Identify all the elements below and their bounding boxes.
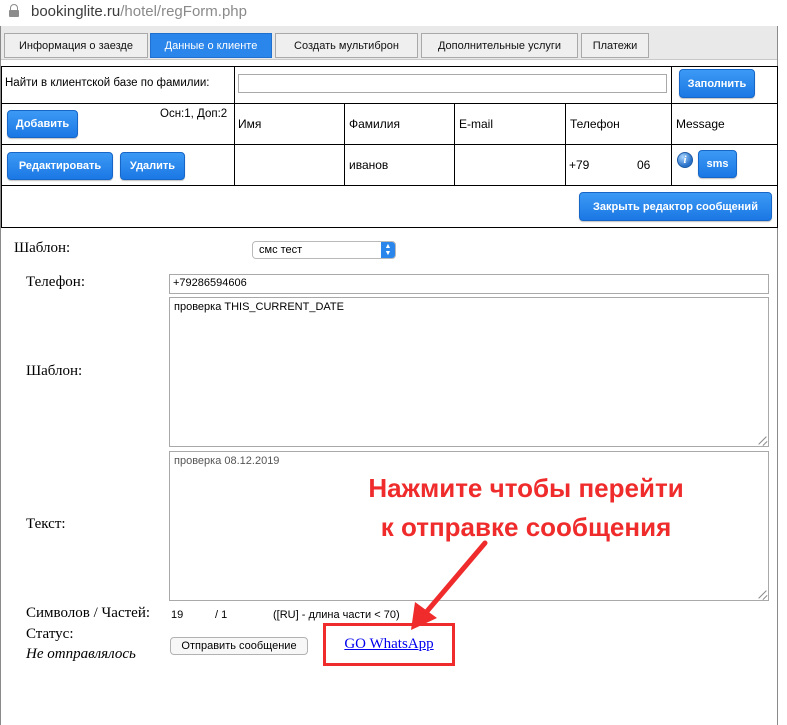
add-client-button[interactable]: Добавить — [7, 110, 78, 138]
template-text: проверка THIS_CURRENT_DATE — [174, 301, 344, 313]
browser-url-bar[interactable]: bookinglite.ru/hotel/regForm.php — [0, 0, 787, 26]
search-input-cell — [234, 66, 672, 104]
edit-client-button[interactable]: Редактировать — [7, 152, 113, 180]
header-phone-cell: Телефон — [565, 103, 672, 145]
tab-payments[interactable]: Платежи — [581, 33, 649, 58]
fill-button-cell: Заполнить — [671, 66, 778, 104]
message-text: проверка 08.12.2019 — [174, 455, 280, 467]
lock-icon — [9, 4, 19, 18]
delete-client-button[interactable]: Удалить — [120, 152, 185, 180]
parts-count: / 1 — [215, 609, 228, 621]
fill-button[interactable]: Заполнить — [679, 69, 755, 98]
add-cell: Добавить Осн:1, Доп:2 — [1, 103, 235, 145]
tab-create-multibooking[interactable]: Создать мультиброн — [275, 33, 418, 58]
template-textarea[interactable]: проверка THIS_CURRENT_DATE — [169, 297, 769, 447]
header-email-cell: E-mail — [454, 103, 566, 145]
annotation-arrow-icon — [411, 540, 488, 630]
phone-input[interactable]: +79286594606 — [169, 274, 769, 294]
text-label: Текст: — [26, 516, 66, 532]
client-phone-cell: +79 06 — [565, 144, 672, 186]
client-message-cell: i sms — [671, 144, 778, 186]
url-host: bookinglite.ru — [31, 3, 121, 20]
parts-note: ([RU] - длина части < 70) — [273, 609, 400, 621]
search-label: Найти в клиентской базе по фамилии: — [5, 77, 210, 89]
symbols-label: Символов / Частей: — [26, 605, 151, 621]
go-whatsapp-link[interactable]: GO WhatsApp — [344, 636, 433, 653]
resize-handle-icon[interactable] — [758, 436, 767, 445]
editor-toolbar: Закрыть редактор сообщений — [1, 185, 778, 228]
header-message: Message — [676, 117, 725, 131]
guest-counts: Осн:1, Доп:2 — [160, 108, 228, 120]
info-icon[interactable]: i — [677, 152, 693, 168]
header-email: E-mail — [459, 117, 494, 131]
close-message-editor-button[interactable]: Закрыть редактор сообщений — [579, 192, 772, 221]
sms-button[interactable]: sms — [698, 150, 737, 178]
symbols-count: 19 — [171, 609, 184, 621]
annotation-line-1: Нажмите чтобы перейти — [368, 473, 684, 503]
template-select-label: Шаблон: — [14, 240, 71, 256]
client-phone-end: 06 — [637, 158, 651, 172]
client-actions-cell: Редактировать Удалить — [1, 144, 235, 186]
header-message-cell: Message — [671, 103, 778, 145]
template-text-label: Шаблон: — [26, 363, 83, 379]
client-first-name-cell — [234, 144, 345, 186]
tab-arrival-info[interactable]: Информация о заезде — [4, 33, 148, 58]
header-first-name-cell: Имя — [234, 103, 345, 145]
surname-search-input[interactable] — [238, 74, 667, 93]
header-last-name: Фамилия — [349, 117, 400, 131]
annotation-callout: Нажмите чтобы перейти к отправке сообщен… — [356, 469, 696, 547]
status-label: Статус: — [26, 626, 74, 642]
url-path: /hotel/regForm.php — [120, 3, 247, 20]
select-arrows-icon: ▲ ▼ — [381, 242, 395, 258]
header-phone: Телефон — [570, 117, 620, 131]
client-last-name: иванов — [349, 158, 389, 172]
client-last-name-cell: иванов — [344, 144, 455, 186]
status-value: Не отправлялось — [26, 646, 136, 662]
client-email-cell — [454, 144, 566, 186]
search-label-cell: Найти в клиентской базе по фамилии: — [1, 66, 235, 104]
tab-extra-services[interactable]: Дополнительные услуги — [421, 33, 578, 58]
url-text[interactable]: bookinglite.ru/hotel/regForm.php — [31, 3, 247, 20]
tab-client-data[interactable]: Данные о клиенте — [150, 33, 272, 58]
template-select[interactable]: смс тест ▲ ▼ — [252, 241, 396, 259]
template-select-value: смс тест — [259, 244, 303, 256]
header-first-name: Имя — [238, 117, 262, 131]
client-phone-start: +79 — [569, 158, 590, 172]
send-message-button[interactable]: Отправить сообщение — [170, 637, 308, 655]
resize-handle-icon[interactable] — [758, 590, 767, 599]
header-last-name-cell: Фамилия — [344, 103, 455, 145]
tab-bar: Информация о заезде Данные о клиенте Соз… — [1, 26, 777, 60]
phone-label: Телефон: — [26, 274, 85, 290]
page-frame: Информация о заезде Данные о клиенте Соз… — [0, 26, 778, 725]
